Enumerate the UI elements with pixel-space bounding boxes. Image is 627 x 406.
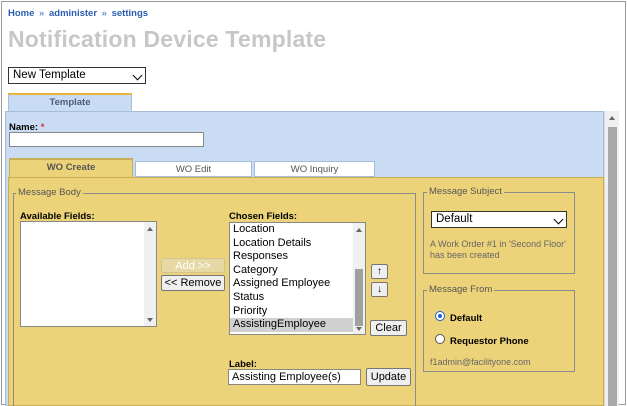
label-input[interactable]: Assisting Employee(s) bbox=[228, 369, 361, 385]
message-body-legend: Message Body bbox=[16, 187, 83, 198]
radio-requestor-phone-label[interactable]: Requestor Phone bbox=[450, 336, 529, 347]
breadcrumb-settings-link[interactable]: settings bbox=[112, 8, 148, 19]
breadcrumb-home-link[interactable]: Home bbox=[8, 8, 34, 19]
clear-button[interactable]: Clear bbox=[370, 320, 407, 336]
move-down-button[interactable]: ↓ bbox=[371, 282, 388, 297]
scroll-up-icon[interactable] bbox=[147, 227, 153, 231]
list-item[interactable]: Assigned Employee bbox=[230, 277, 365, 291]
template-select[interactable]: New Template bbox=[8, 67, 146, 84]
breadcrumb: Home » administer » settings bbox=[8, 8, 148, 19]
chosen-fields-list[interactable]: Location Location Details Responses Cate… bbox=[229, 222, 366, 335]
move-up-button[interactable]: ↑ bbox=[371, 264, 388, 279]
radio-default[interactable] bbox=[435, 311, 445, 321]
available-fields-list[interactable] bbox=[20, 221, 157, 327]
message-subject-legend: Message Subject bbox=[427, 186, 504, 197]
list-item[interactable]: Priority bbox=[230, 305, 365, 319]
tab-wo-inquiry[interactable]: WO Inquiry bbox=[254, 161, 375, 177]
name-input[interactable] bbox=[9, 132, 204, 147]
message-from-legend: Message From bbox=[427, 284, 495, 295]
subject-select[interactable]: Default bbox=[431, 211, 567, 228]
list-item[interactable]: Responses bbox=[230, 250, 365, 264]
update-button[interactable]: Update bbox=[366, 368, 411, 386]
scroll-down-icon[interactable] bbox=[147, 318, 153, 322]
list-item[interactable]: Location bbox=[230, 223, 365, 237]
panel-scrollbar[interactable] bbox=[604, 111, 619, 406]
tab-wo-edit[interactable]: WO Edit bbox=[135, 161, 252, 177]
page-title: Notification Device Template bbox=[8, 26, 327, 52]
chevron-down-icon bbox=[132, 70, 143, 81]
list-item-selected[interactable]: AssistingEmployee bbox=[230, 318, 365, 332]
scroll-up-icon[interactable] bbox=[356, 228, 362, 232]
chevron-down-icon bbox=[553, 214, 564, 225]
list-item[interactable]: Location Details bbox=[230, 237, 365, 251]
breadcrumb-separator: » bbox=[39, 8, 45, 19]
tab-wo-create[interactable]: WO Create bbox=[9, 158, 133, 178]
scroll-up-icon[interactable] bbox=[609, 116, 615, 120]
chosen-fields-label: Chosen Fields: bbox=[229, 211, 298, 222]
list-item[interactable]: Status bbox=[230, 291, 365, 305]
breadcrumb-administer-link[interactable]: administer bbox=[49, 8, 97, 19]
scrollbar-thumb[interactable] bbox=[355, 269, 363, 326]
template-select-value: New Template bbox=[13, 69, 86, 81]
remove-field-button[interactable]: << Remove bbox=[161, 275, 225, 291]
radio-default-label[interactable]: Default bbox=[450, 313, 482, 324]
subject-select-value: Default bbox=[436, 213, 473, 225]
scroll-down-icon[interactable] bbox=[356, 327, 362, 331]
breadcrumb-separator: » bbox=[101, 8, 107, 19]
subject-preview-text: A Work Order #1 in 'Second Floor' has be… bbox=[430, 239, 566, 260]
scrollbar-thumb[interactable] bbox=[608, 127, 617, 406]
tab-template[interactable]: Template bbox=[8, 93, 132, 112]
list-item[interactable]: Category bbox=[230, 264, 365, 278]
message-subject-fieldset bbox=[423, 192, 575, 274]
add-field-button[interactable]: Add >> bbox=[161, 258, 225, 273]
radio-requestor-phone[interactable] bbox=[435, 334, 445, 344]
chosen-fields-scrollbar[interactable] bbox=[353, 223, 365, 334]
from-address-text: f1admin@facilityone.com bbox=[430, 357, 531, 367]
available-fields-scrollbar[interactable] bbox=[144, 222, 156, 326]
